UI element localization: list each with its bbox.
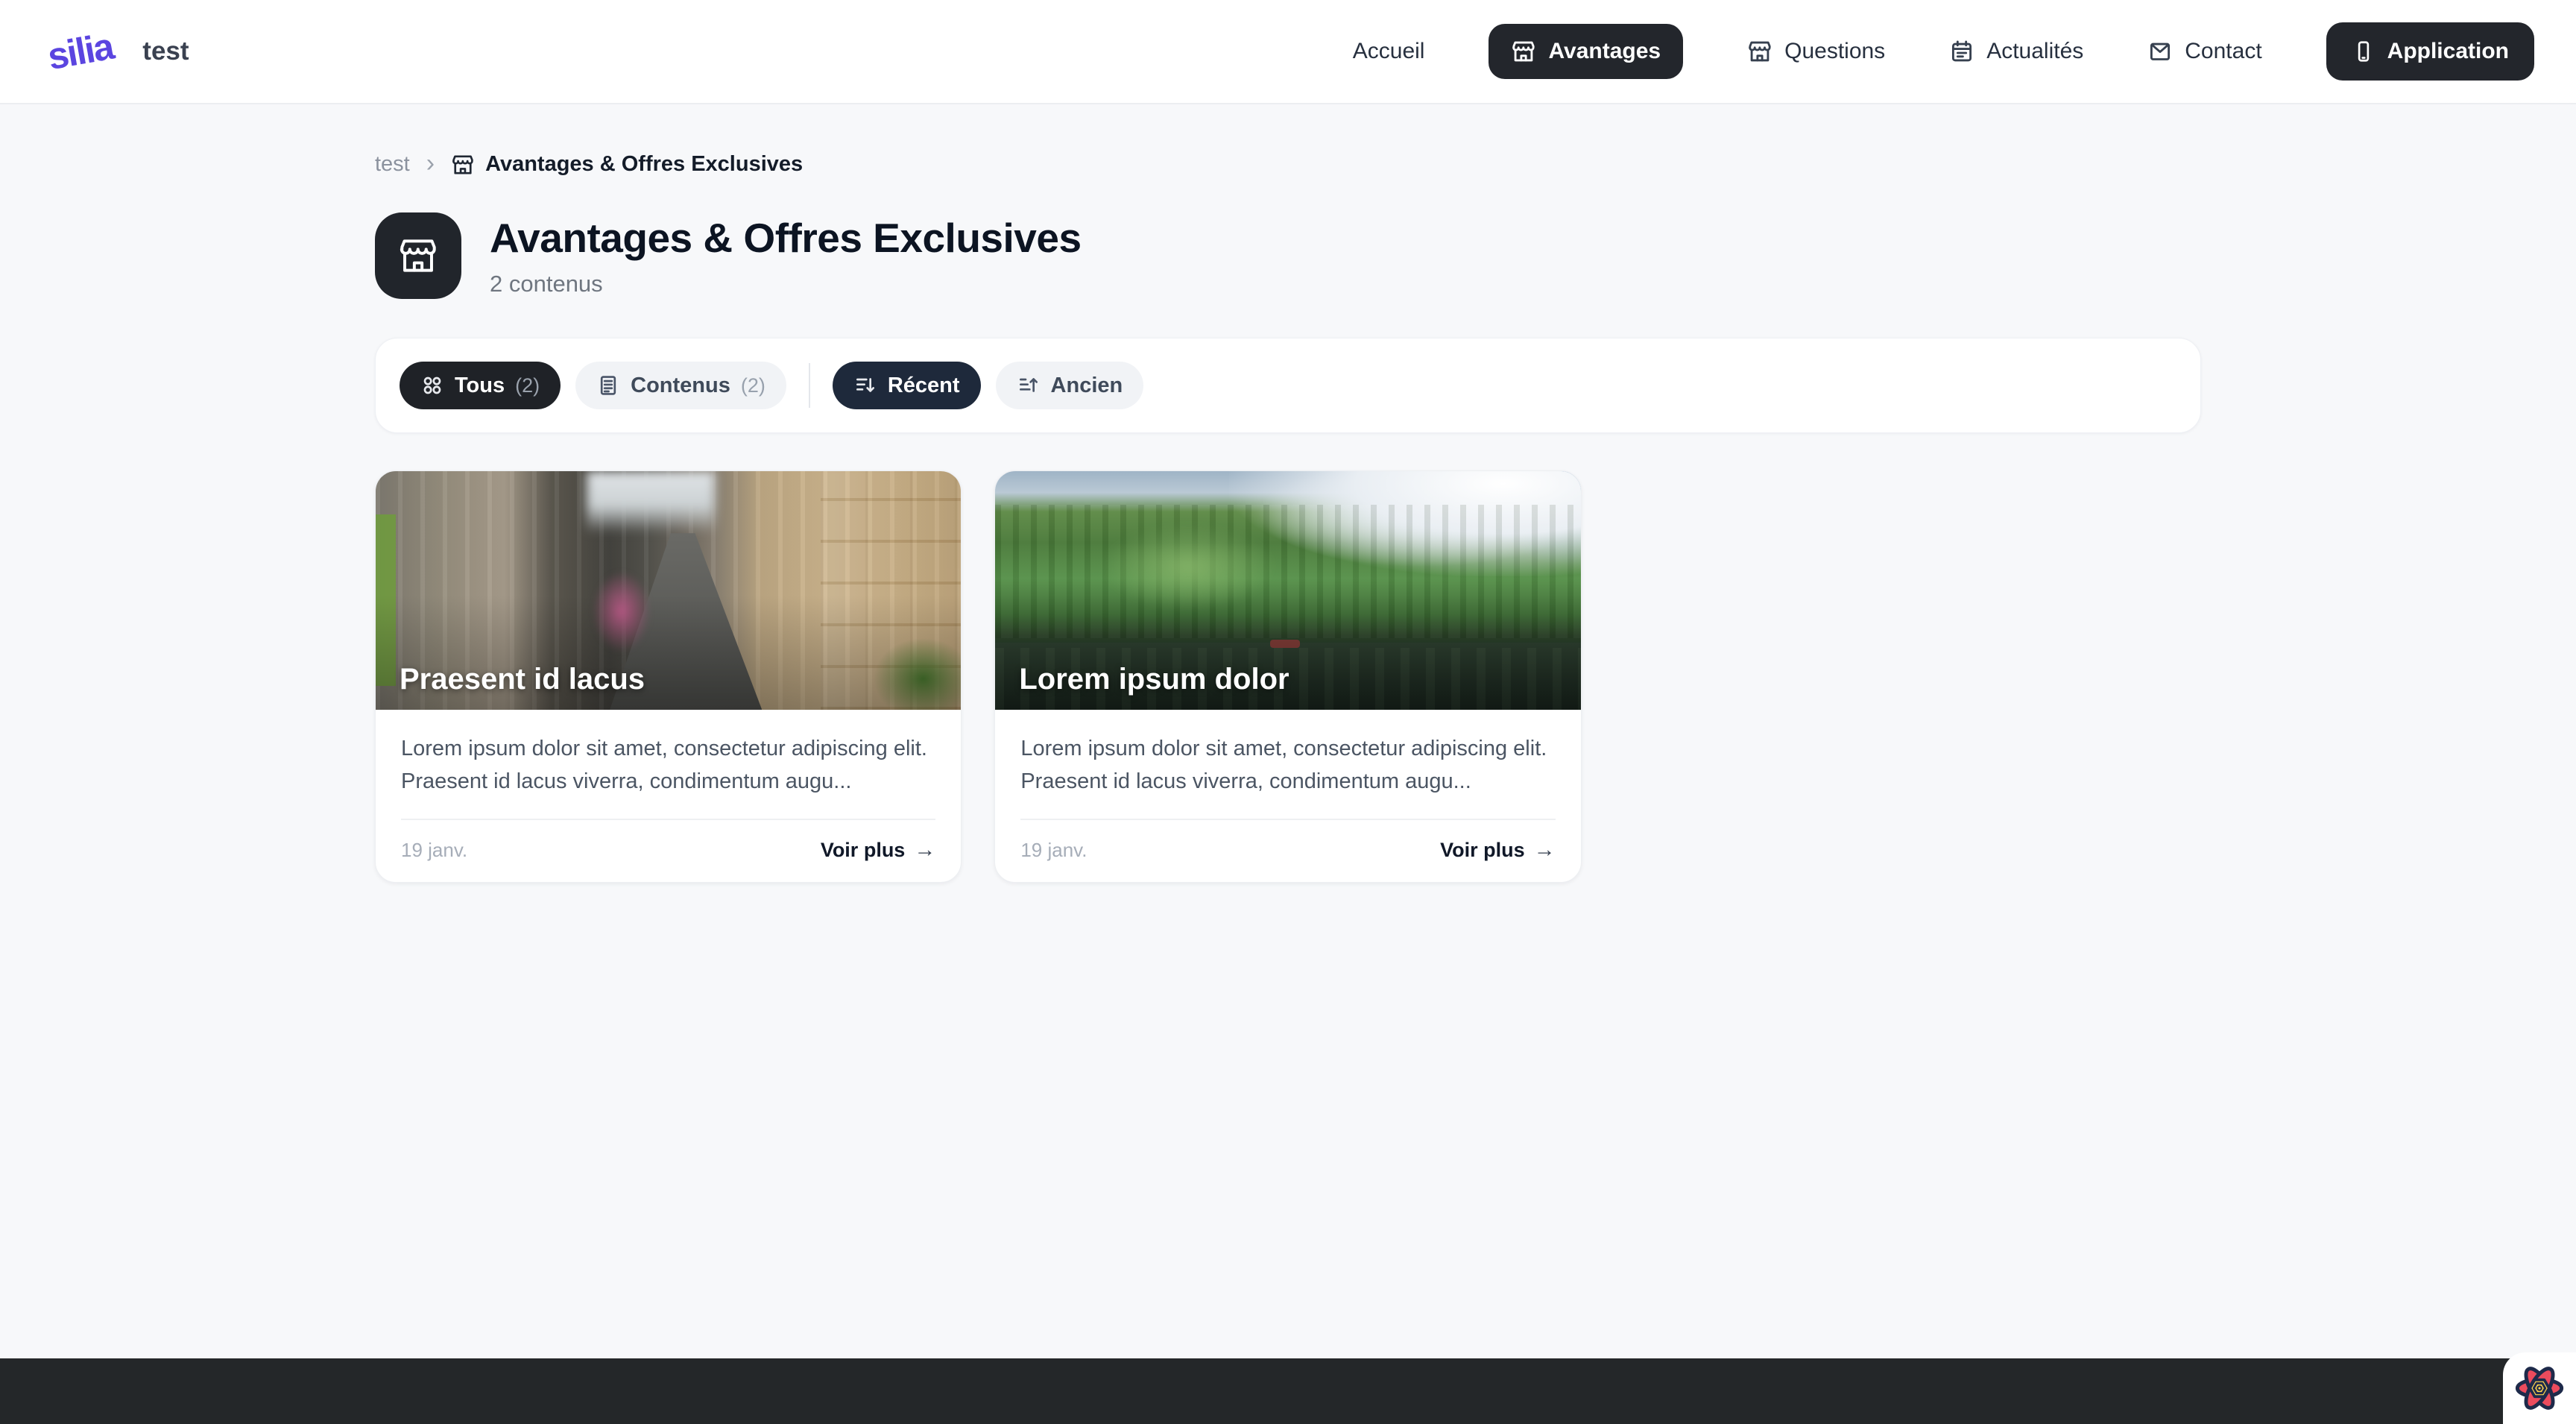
chevron-right-icon: › (426, 151, 435, 176)
content-card-grid: Praesent id lacus Lorem ipsum dolor sit … (375, 470, 2201, 883)
arrow-right-icon: → (1534, 838, 1556, 863)
nav-label: Questions (1784, 39, 1885, 64)
card-date: 19 janv. (401, 839, 467, 862)
nav-item-accueil[interactable]: Accueil (1353, 39, 1425, 64)
storefront-icon (1747, 39, 1772, 64)
page-icon-tile (375, 212, 461, 299)
nav-item-actualites[interactable]: Actualités (1949, 39, 2083, 64)
see-more-link[interactable]: Voir plus → (821, 838, 936, 863)
workspace-name: test (142, 37, 189, 66)
card-description: Lorem ipsum dolor sit amet, consectetur … (1020, 732, 1555, 798)
card-divider (1020, 819, 1555, 820)
brand: silia test (42, 30, 189, 73)
sort-button-recent[interactable]: Récent (833, 362, 981, 409)
filter-tab-tous[interactable]: Tous (2) (400, 362, 561, 409)
grid-circles-icon (420, 374, 444, 397)
breadcrumb: test › Avantages & Offres Exclusives (375, 152, 2201, 177)
calendar-icon (1949, 39, 1974, 64)
toolbar-divider (809, 363, 810, 408)
see-more-label: Voir plus (821, 839, 906, 862)
page-subtitle: 2 contenus (490, 271, 1082, 297)
smartphone-icon (2352, 40, 2375, 63)
sort-descending-icon (853, 374, 877, 397)
breadcrumb-current: Avantages & Offres Exclusives (451, 152, 803, 177)
card-description: Lorem ipsum dolor sit amet, consectetur … (401, 732, 935, 798)
sort-label: Ancien (1051, 374, 1123, 398)
app-root: silia test Accueil Avantages Questions A… (0, 0, 2576, 1424)
filter-count: (2) (741, 374, 765, 397)
document-icon (596, 374, 620, 397)
silia-logo[interactable]: silia (39, 23, 122, 79)
card-body: Lorem ipsum dolor sit amet, consectetur … (376, 710, 961, 882)
page-title: Avantages & Offres Exclusives (490, 214, 1082, 262)
nav-item-contact[interactable]: Contact (2147, 39, 2261, 64)
breadcrumb-current-label: Avantages & Offres Exclusives (485, 152, 803, 177)
filter-tab-contenus[interactable]: Contenus (2) (575, 362, 786, 409)
card-divider (401, 819, 935, 820)
card-cover-image: Lorem ipsum dolor (995, 471, 1580, 710)
page-header: Avantages & Offres Exclusives 2 contenus (375, 212, 2201, 299)
storefront-icon (397, 235, 439, 277)
devtools-toggle-button[interactable] (2503, 1352, 2576, 1424)
mail-icon (2147, 39, 2173, 64)
sort-button-ancien[interactable]: Ancien (996, 362, 1144, 409)
nav-item-avantages[interactable]: Avantages (1489, 24, 1683, 79)
content-card[interactable]: Lorem ipsum dolor Lorem ipsum dolor sit … (994, 470, 1581, 883)
sort-ascending-icon (1017, 374, 1041, 397)
nav-item-questions[interactable]: Questions (1747, 39, 1885, 64)
nav-label: Actualités (1986, 39, 2083, 64)
storefront-icon (451, 153, 475, 177)
main-nav: Accueil Avantages Questions Actualités C… (1353, 22, 2534, 81)
card-footer: 19 janv. Voir plus → (401, 838, 935, 863)
tanstack-atom-icon (2511, 1360, 2568, 1417)
page-header-text: Avantages & Offres Exclusives 2 contenus (490, 214, 1082, 297)
nav-label: Application (2387, 39, 2509, 64)
application-button[interactable]: Application (2326, 22, 2534, 81)
card-body: Lorem ipsum dolor sit amet, consectetur … (995, 710, 1580, 882)
see-more-label: Voir plus (1440, 839, 1525, 862)
filter-count: (2) (515, 374, 540, 397)
nav-label: Contact (2185, 39, 2261, 64)
card-cover-image: Praesent id lacus (376, 471, 961, 710)
filter-label: Contenus (631, 374, 730, 398)
card-date: 19 janv. (1020, 839, 1087, 862)
main-content: test › Avantages & Offres Exclusives Ava… (375, 104, 2201, 883)
sort-label: Récent (888, 374, 960, 398)
card-footer: 19 janv. Voir plus → (1020, 838, 1555, 863)
filter-toolbar: Tous (2) Contenus (2) Récent Ancien (375, 338, 2201, 433)
bottom-dark-bar (0, 1358, 2576, 1424)
card-title: Lorem ipsum dolor (1019, 663, 1289, 696)
top-navbar: silia test Accueil Avantages Questions A… (0, 0, 2576, 104)
nav-label: Accueil (1353, 39, 1425, 64)
storefront-icon (1511, 39, 1536, 64)
filter-label: Tous (455, 374, 505, 398)
see-more-link[interactable]: Voir plus → (1440, 838, 1556, 863)
arrow-right-icon: → (914, 838, 935, 863)
breadcrumb-root-link[interactable]: test (375, 152, 410, 177)
content-card[interactable]: Praesent id lacus Lorem ipsum dolor sit … (375, 470, 962, 883)
nav-label: Avantages (1548, 39, 1661, 64)
card-title: Praesent id lacus (400, 663, 645, 696)
